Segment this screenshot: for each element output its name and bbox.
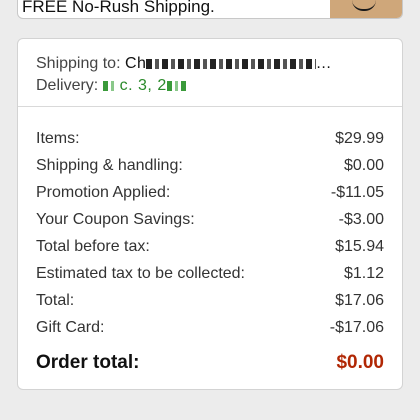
row-label: Shipping & handling:: [36, 157, 183, 174]
summary-row-total: Total: $17.06: [36, 287, 384, 314]
summary-row-gift-card: Gift Card: -$17.06: [36, 314, 384, 341]
shipping-address-tail: ...: [316, 55, 332, 72]
row-label: Your Coupon Savings:: [36, 211, 195, 228]
delivery-date-visible: c. 3, 2: [119, 77, 167, 94]
summary-row-coupon: Your Coupon Savings: -$3.00: [36, 206, 384, 233]
row-amount: $0.00: [343, 157, 384, 174]
banner-text: FREE No-Rush Shipping.: [22, 0, 215, 16]
redacted-delivery-prefix: [102, 80, 115, 91]
smile-logo-icon: [352, 0, 376, 11]
order-total-amount: $0.00: [336, 352, 384, 373]
shipping-to-row: Shipping to: Ch...: [36, 53, 388, 75]
row-label: Total before tax:: [36, 238, 150, 255]
row-label: Promotion Applied:: [36, 184, 171, 201]
row-amount: $29.99: [335, 130, 384, 147]
redacted-delivery-suffix: [166, 80, 189, 91]
shipping-address-visible: Ch: [124, 55, 147, 72]
order-total-row: Order total: $0.00: [36, 350, 384, 376]
row-amount: -$17.06: [329, 319, 384, 336]
shipping-info: Shipping to: Ch... Delivery: c. 3, 2: [36, 53, 388, 97]
delivery-date-value: c. 3, 2: [102, 77, 189, 94]
summary-row-promotion: Promotion Applied: -$11.05: [36, 179, 384, 206]
summary-row-before-tax: Total before tax: $15.94: [36, 233, 384, 260]
row-amount: $15.94: [335, 238, 384, 255]
summary-row-tax: Estimated tax to be collected: $1.12: [36, 260, 384, 287]
order-summary-card: Shipping to: Ch... Delivery: c. 3, 2 Ite…: [17, 38, 403, 390]
section-divider: [18, 106, 402, 107]
row-label: Gift Card:: [36, 319, 105, 336]
summary-row-items: Items: $29.99: [36, 125, 384, 152]
package-box-image: [330, 0, 402, 18]
row-amount: -$11.05: [330, 184, 384, 201]
shipping-to-label: Shipping to:: [36, 55, 121, 72]
order-summary: Items: $29.99 Shipping & handling: $0.00…: [36, 125, 384, 376]
row-label: Estimated tax to be collected:: [36, 265, 245, 282]
row-label: Total:: [36, 292, 75, 309]
row-label: Items:: [36, 130, 80, 147]
summary-row-shipping: Shipping & handling: $0.00: [36, 152, 384, 179]
delivery-label: Delivery:: [36, 77, 99, 94]
shipping-address-value: Ch...: [125, 55, 331, 72]
row-amount: $17.06: [335, 292, 384, 309]
delivery-row: Delivery: c. 3, 2: [36, 75, 388, 97]
row-amount: $1.12: [343, 265, 384, 282]
row-amount: -$3.00: [338, 211, 384, 228]
redacted-address: [146, 58, 317, 69]
free-shipping-banner: FREE No-Rush Shipping.: [17, 0, 403, 19]
order-total-label: Order total:: [36, 352, 140, 373]
